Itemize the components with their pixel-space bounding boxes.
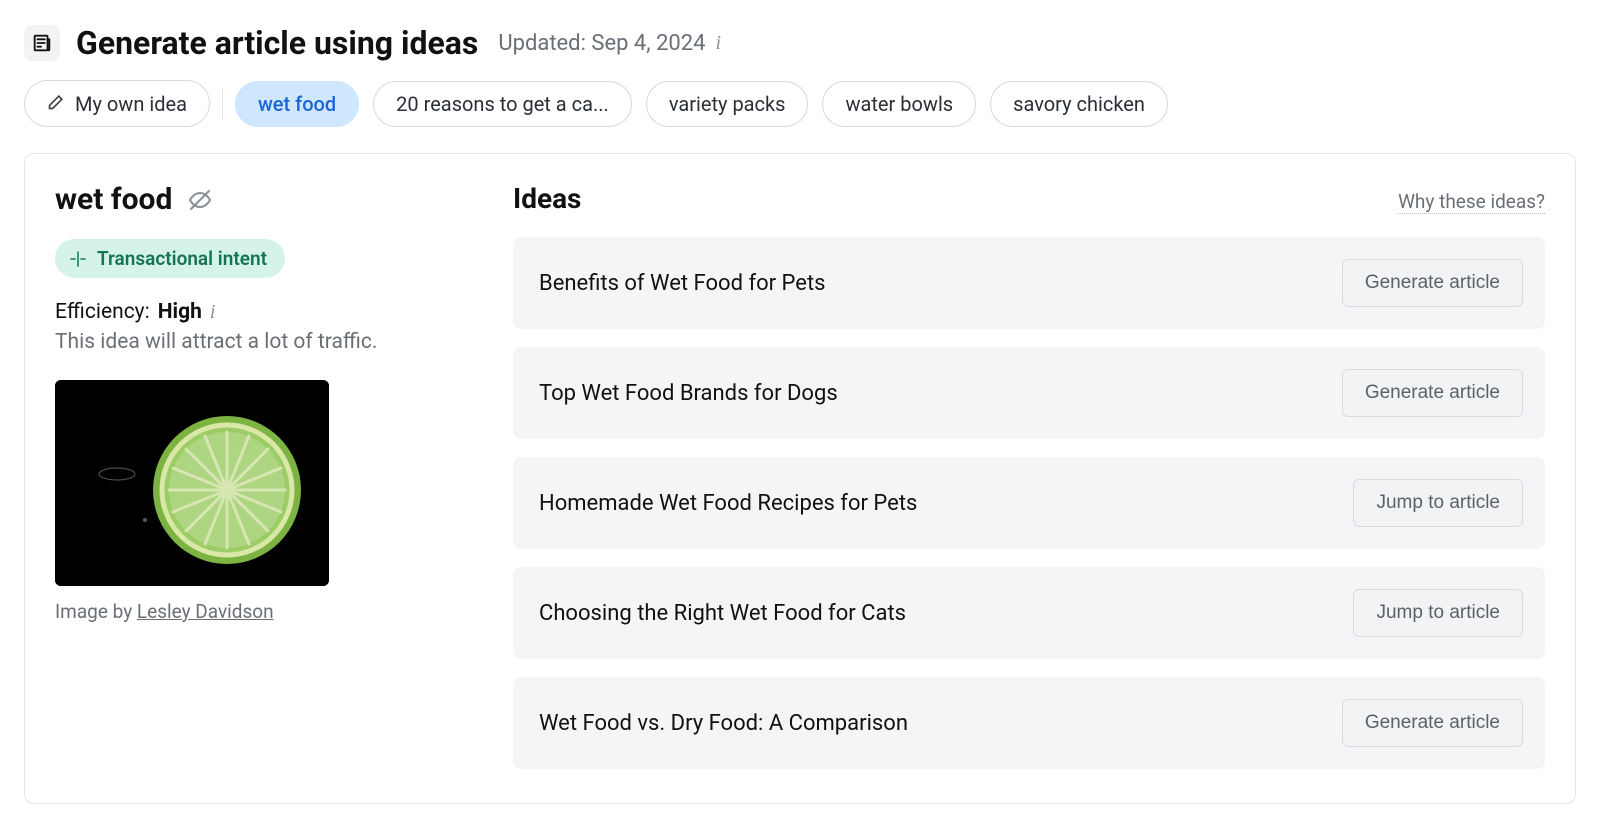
generate-article-button[interactable]: Generate article	[1342, 699, 1523, 747]
topic-pill[interactable]: 20 reasons to get a ca...	[373, 81, 632, 127]
pill-label: variety packs	[669, 92, 786, 116]
info-icon[interactable]: i	[716, 32, 722, 55]
page-header: Generate article using ideas Updated: Se…	[24, 24, 1576, 62]
idea-title: Benefits of Wet Food for Pets	[539, 271, 826, 296]
idea-row: Choosing the Right Wet Food for Cats Jump…	[513, 567, 1545, 659]
generate-article-button[interactable]: Generate article	[1342, 369, 1523, 417]
hide-icon[interactable]	[188, 188, 212, 212]
image-credit: Image by Lesley Davidson	[55, 600, 485, 623]
idea-title: Homemade Wet Food Recipes for Pets	[539, 491, 917, 516]
topic-pill[interactable]: water bowls	[822, 81, 976, 127]
intent-icon	[69, 250, 87, 268]
jump-to-article-button[interactable]: Jump to article	[1353, 479, 1523, 527]
efficiency-line: Efficiency: High i	[55, 300, 485, 324]
topic-thumbnail	[55, 380, 329, 586]
generate-article-button[interactable]: Generate article	[1342, 259, 1523, 307]
ideas-header: Ideas Why these ideas?	[513, 182, 1545, 215]
pill-label: 20 reasons to get a ca...	[396, 92, 609, 116]
idea-title: Choosing the Right Wet Food for Cats	[539, 601, 906, 626]
intent-badge: Transactional intent	[55, 239, 285, 278]
idea-title: Top Wet Food Brands for Dogs	[539, 381, 838, 406]
efficiency-description: This idea will attract a lot of traffic.	[55, 330, 485, 354]
pill-label: savory chicken	[1013, 92, 1145, 116]
idea-row: Top Wet Food Brands for Dogs Generate art…	[513, 347, 1545, 439]
efficiency-label: Efficiency:	[55, 300, 150, 324]
info-icon[interactable]: i	[210, 301, 216, 324]
ideas-heading: Ideas	[513, 182, 581, 215]
intent-label: Transactional intent	[97, 247, 267, 270]
efficiency-value: High	[158, 300, 202, 324]
newspaper-icon	[24, 25, 60, 61]
topic-header: wet food	[55, 182, 485, 217]
pill-label: My own idea	[75, 92, 187, 116]
idea-row: Benefits of Wet Food for Pets Generate ar…	[513, 237, 1545, 329]
ideas-list: Benefits of Wet Food for Pets Generate ar…	[513, 237, 1545, 769]
updated-label: Updated: Sep 4, 2024 i	[498, 31, 721, 56]
topic-details-column: wet food Transactional intent Efficiency…	[55, 182, 485, 769]
image-author-link[interactable]: Lesley Davidson	[137, 600, 274, 623]
idea-title: Wet Food vs. Dry Food: A Comparison	[539, 711, 908, 736]
idea-row: Homemade Wet Food Recipes for Pets Jump t…	[513, 457, 1545, 549]
topic-pills-row: My own idea wet food 20 reasons to get a …	[24, 80, 1576, 127]
topic-pill[interactable]: variety packs	[646, 81, 809, 127]
pencil-icon	[47, 91, 67, 116]
why-these-ideas-link[interactable]: Why these ideas?	[1398, 190, 1545, 214]
my-own-idea-pill[interactable]: My own idea	[24, 80, 210, 127]
pill-label: water bowls	[845, 92, 953, 116]
pill-label: wet food	[258, 92, 336, 116]
updated-text: Updated: Sep 4, 2024	[498, 31, 705, 56]
pill-divider	[222, 88, 223, 120]
topic-pill[interactable]: savory chicken	[990, 81, 1168, 127]
main-panel: wet food Transactional intent Efficiency…	[24, 153, 1576, 804]
ideas-column: Ideas Why these ideas? Benefits of Wet F…	[513, 182, 1545, 769]
topic-pill[interactable]: wet food	[235, 81, 359, 127]
jump-to-article-button[interactable]: Jump to article	[1353, 589, 1523, 637]
idea-row: Wet Food vs. Dry Food: A Comparison Gener…	[513, 677, 1545, 769]
image-by-prefix: Image by	[55, 600, 137, 623]
page-title: Generate article using ideas	[76, 24, 478, 62]
topic-title: wet food	[55, 182, 172, 217]
